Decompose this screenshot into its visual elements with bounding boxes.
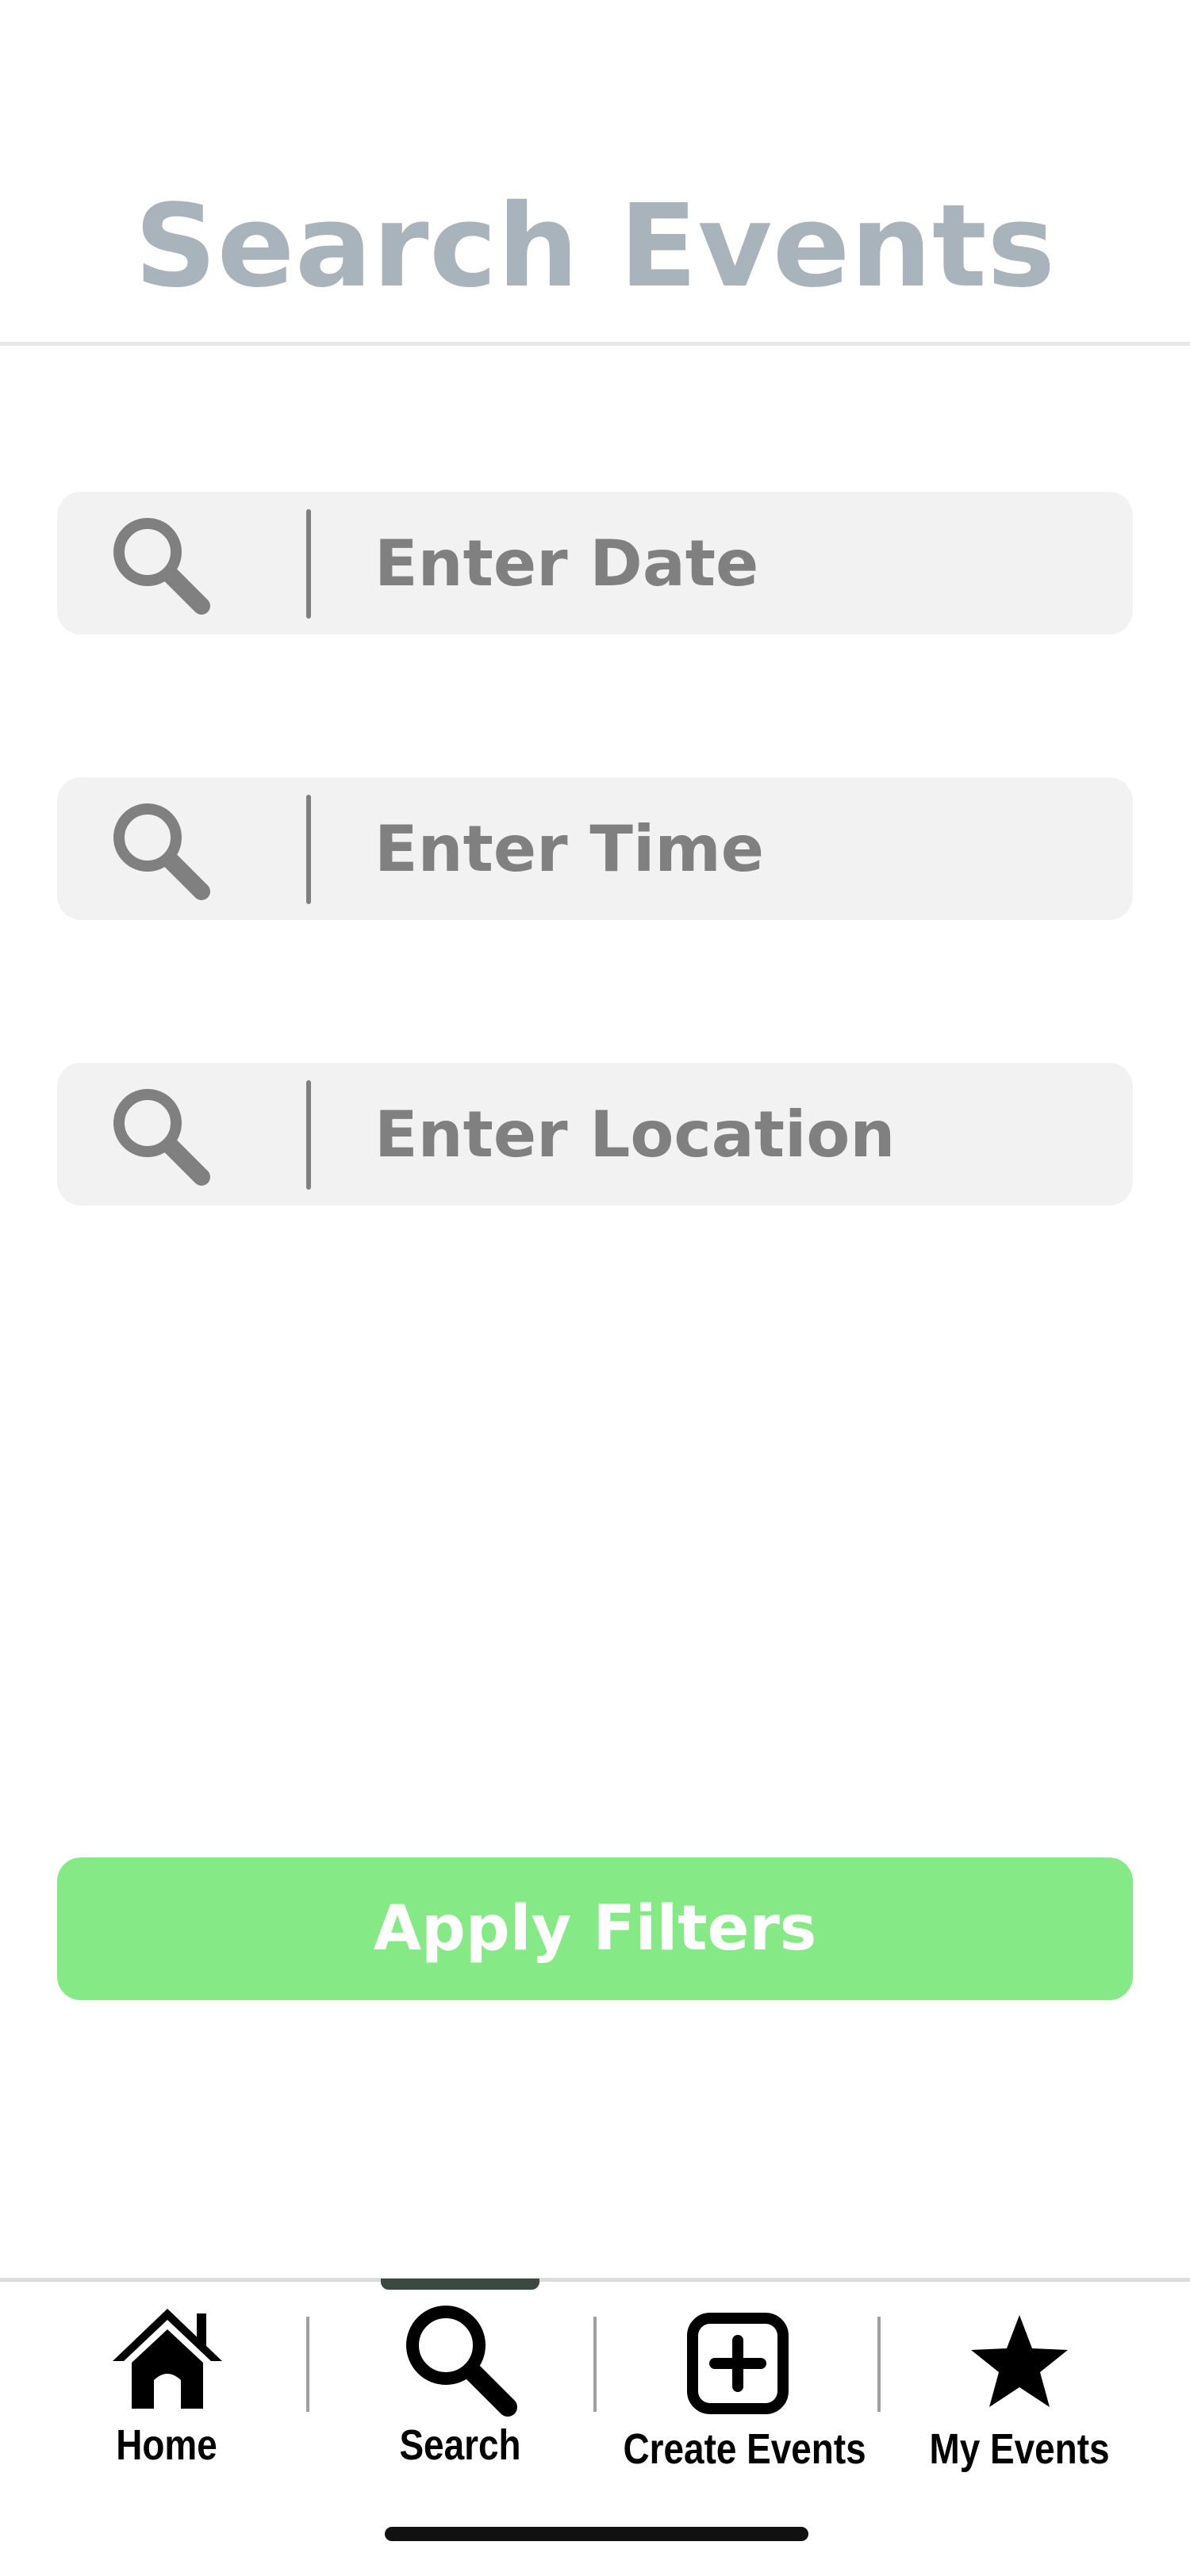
tab-create-events[interactable]: Create Events: [603, 2282, 873, 2480]
header: Search Events: [0, 0, 1190, 346]
search-icon: [109, 514, 213, 617]
search-icon: [109, 1085, 213, 1188]
location-search-field[interactable]: [57, 1063, 1133, 1206]
home-indicator-bar: [385, 2527, 808, 2541]
tab-home-label: Home: [116, 2421, 217, 2469]
tab-home[interactable]: Home: [87, 2282, 246, 2480]
location-input[interactable]: [374, 1063, 1104, 1206]
tab-search-label: Search: [399, 2421, 521, 2469]
apply-filters-button[interactable]: Apply Filters: [57, 1857, 1133, 2000]
page-title: Search Events: [134, 179, 1056, 312]
time-search-field[interactable]: [57, 777, 1133, 920]
home-icon: [113, 2309, 222, 2409]
date-input[interactable]: [374, 492, 1104, 634]
tab-my-events[interactable]: My Events: [904, 2282, 1134, 2480]
date-search-field[interactable]: [57, 492, 1133, 634]
tab-separator: [877, 2317, 881, 2412]
star-icon: [971, 2315, 1068, 2407]
tab-separator: [593, 2317, 597, 2412]
search-icon: [406, 2306, 517, 2417]
field-divider: [306, 509, 311, 619]
time-input[interactable]: [374, 777, 1104, 920]
plus-square-icon: [687, 2313, 789, 2414]
field-divider: [306, 1080, 311, 1190]
tab-separator: [306, 2317, 309, 2412]
tab-search[interactable]: Search: [373, 2282, 547, 2480]
search-icon: [109, 799, 213, 903]
field-divider: [306, 795, 311, 904]
tab-create-events-label: Create Events: [623, 2425, 866, 2473]
tab-my-events-label: My Events: [929, 2425, 1110, 2473]
